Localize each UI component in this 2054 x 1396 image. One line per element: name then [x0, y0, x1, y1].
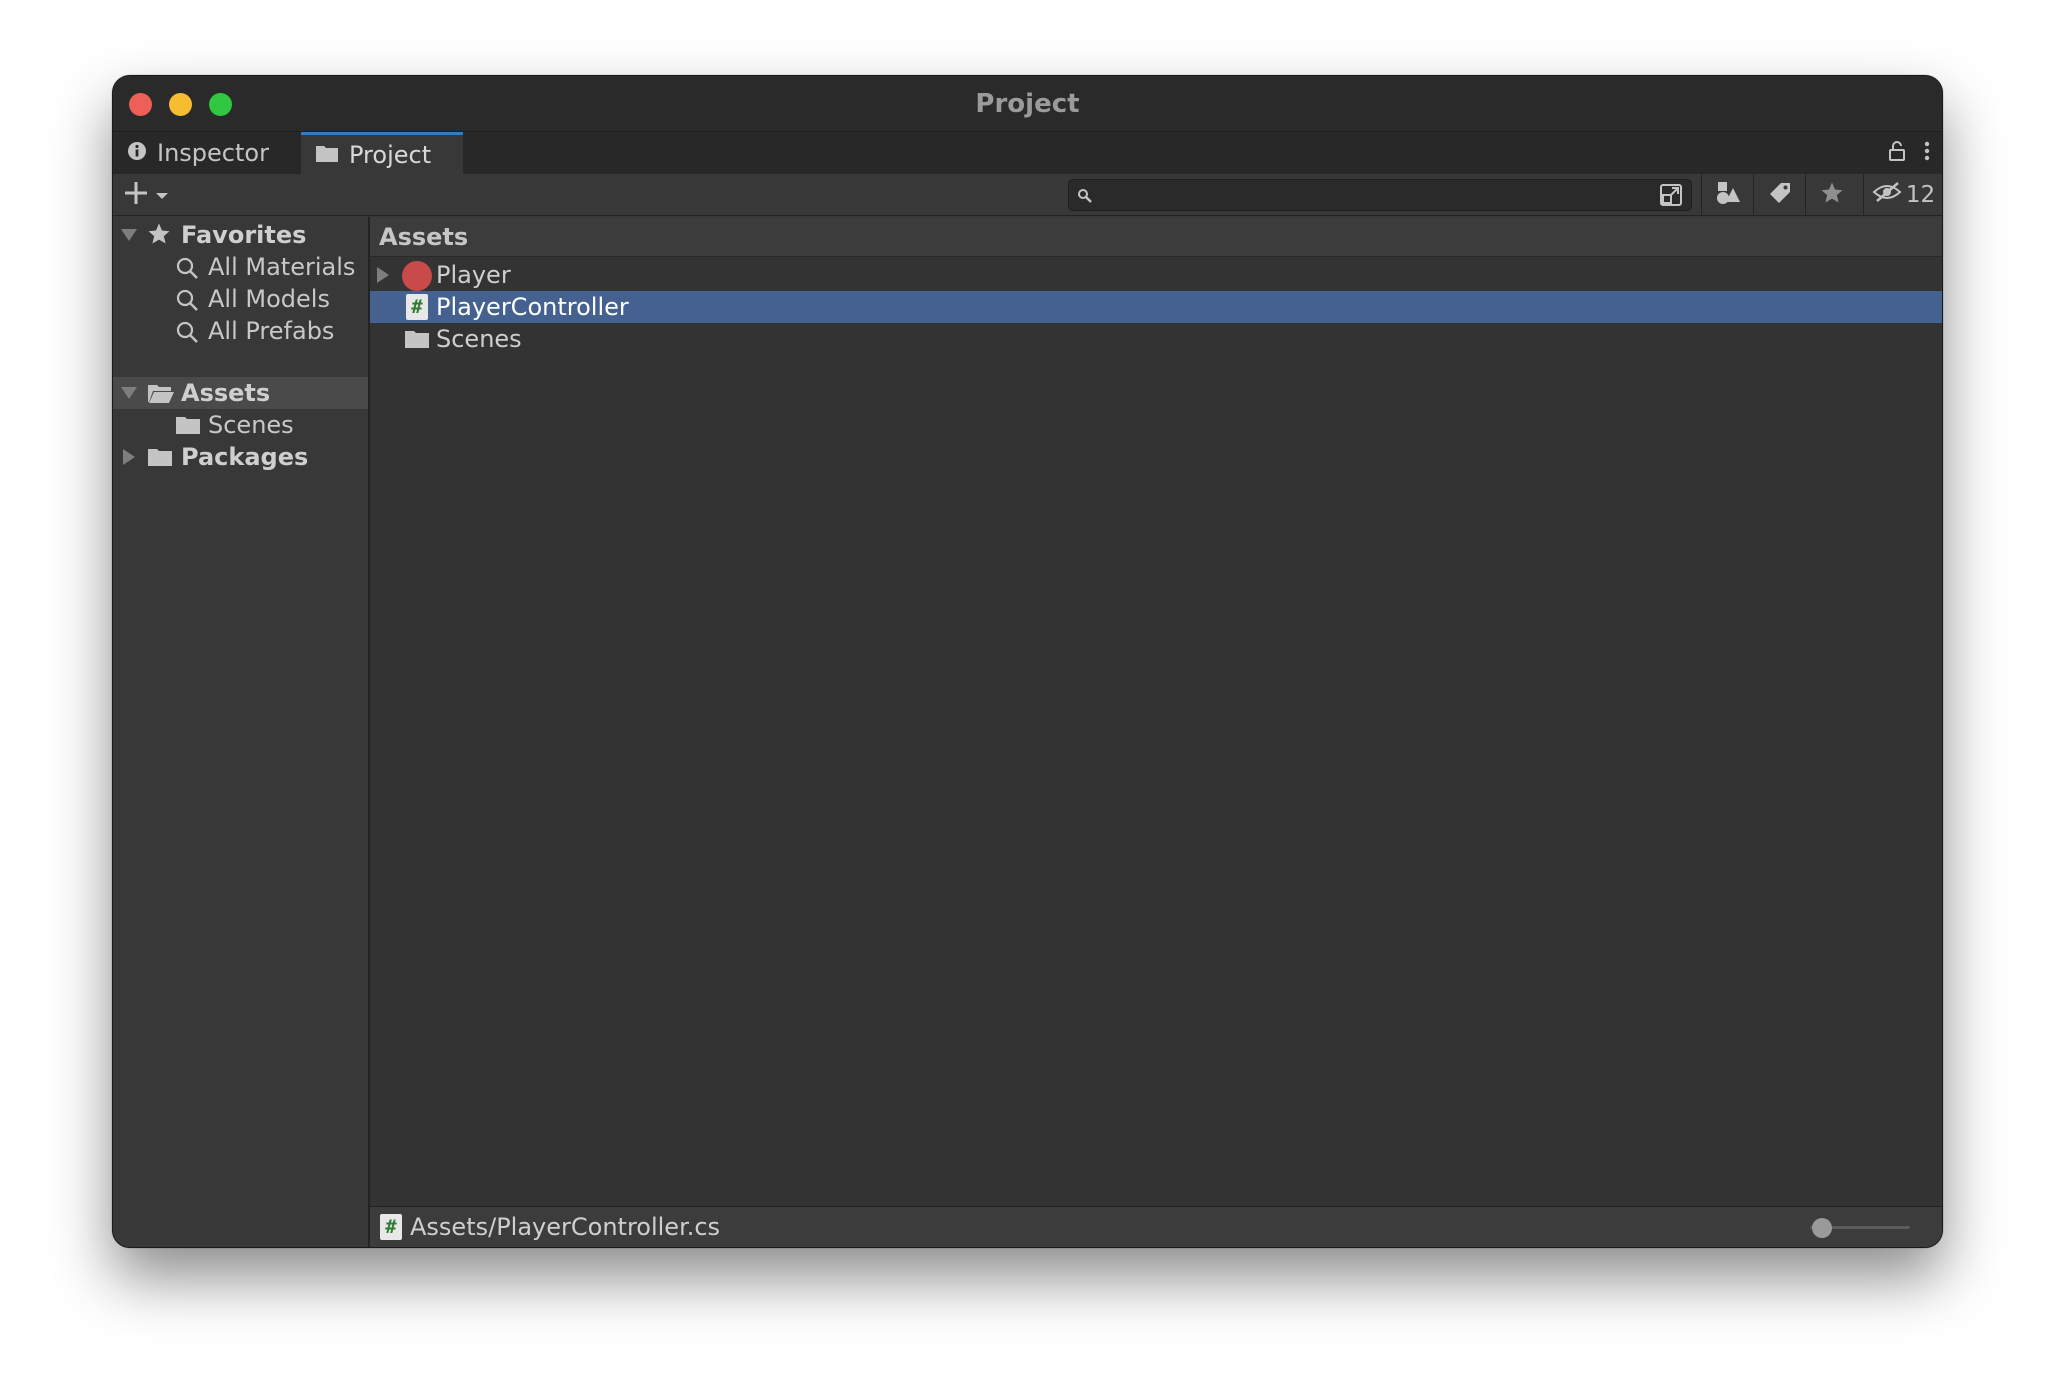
list-item-label: Player [436, 261, 511, 289]
asset-list-panel: Assets Player # PlayerController Scenes [370, 217, 1942, 1206]
tree-item-all-materials[interactable]: All Materials [113, 251, 368, 283]
list-item-scenes[interactable]: Scenes [370, 323, 1942, 355]
star-icon [1820, 181, 1844, 209]
hidden-packages-toggle[interactable]: 12 [1863, 174, 1942, 215]
star-icon [147, 222, 171, 246]
folder-icon [147, 446, 173, 468]
collapsed-arrow-icon[interactable] [123, 449, 135, 465]
chevron-down-icon [155, 186, 169, 205]
tree-label-assets: Assets [181, 379, 271, 407]
search-box [1068, 179, 1692, 211]
status-bar: # Assets/PlayerController.cs [370, 1206, 1942, 1247]
save-search-button[interactable] [1805, 174, 1857, 215]
tab-project[interactable]: Project [301, 132, 463, 174]
search-icon [1077, 188, 1093, 208]
folder-icon [404, 328, 430, 350]
selected-asset-path: Assets/PlayerController.cs [410, 1213, 721, 1241]
search-icon [175, 256, 199, 280]
tree-item-all-prefabs[interactable]: All Prefabs [113, 315, 368, 347]
tree-item-assets[interactable]: Assets [113, 377, 368, 409]
project-window: Project Inspector Project 12 Favorites A… [112, 75, 1943, 1248]
list-item-player[interactable]: Player [370, 259, 1942, 291]
breadcrumb-assets[interactable]: Assets [379, 217, 468, 257]
expanded-arrow-icon[interactable] [121, 387, 137, 399]
search-icon [175, 288, 199, 312]
tab-project-label: Project [349, 140, 432, 169]
search-icon [175, 320, 199, 344]
tree-item-all-models[interactable]: All Models [113, 283, 368, 315]
collapsed-arrow-icon[interactable] [377, 267, 389, 283]
tree-item-favorites[interactable]: Favorites [113, 219, 368, 251]
folder-icon [175, 414, 201, 436]
expanded-arrow-icon[interactable] [121, 229, 137, 241]
title-bar: Project [113, 76, 1942, 132]
tree-label-all-models: All Models [208, 285, 330, 313]
list-item-label: PlayerController [436, 293, 629, 321]
zoom-slider-thumb[interactable] [1812, 1218, 1832, 1238]
tab-inspector[interactable]: Inspector [113, 132, 297, 174]
info-icon [127, 139, 147, 167]
lock-icon[interactable] [1888, 140, 1906, 166]
folder-icon [315, 141, 339, 169]
tree-label-packages: Packages [181, 443, 309, 471]
create-button[interactable] [123, 180, 169, 210]
plus-icon [123, 180, 149, 210]
csharp-script-icon: # [406, 294, 428, 320]
project-toolbar: 12 [113, 174, 1942, 216]
list-item-playercontroller[interactable]: # PlayerController [370, 291, 1942, 323]
tab-bar: Inspector Project [113, 132, 1942, 174]
tab-inspector-label: Inspector [157, 139, 269, 167]
list-item-label: Scenes [436, 325, 522, 353]
tree-item-packages[interactable]: Packages [113, 441, 368, 473]
tree-item-scenes[interactable]: Scenes [113, 409, 368, 441]
window-title: Project [975, 89, 1080, 119]
shapes-icon [1715, 180, 1741, 210]
prefab-icon [401, 260, 433, 292]
folder-open-icon [147, 381, 175, 405]
breadcrumb: Assets [370, 217, 1942, 257]
tree-label-all-prefabs: All Prefabs [208, 317, 335, 345]
tab-bar-controls [1888, 140, 1930, 166]
search-in-window-icon[interactable] [1651, 180, 1691, 210]
tree-label-scenes: Scenes [208, 411, 294, 439]
tag-icon [1768, 181, 1792, 209]
tree-label-all-materials: All Materials [208, 253, 356, 281]
folder-tree-panel: Favorites All Materials All Models All P… [113, 217, 370, 1247]
csharp-script-icon: # [380, 1214, 402, 1240]
tree-label-favorites: Favorites [181, 221, 307, 249]
kebab-menu-icon[interactable] [1924, 140, 1930, 166]
hidden-count-label: 12 [1905, 181, 1936, 208]
filter-by-type-button[interactable] [1701, 174, 1753, 215]
filter-by-label-button[interactable] [1753, 174, 1805, 215]
eye-slash-icon [1872, 181, 1902, 209]
search-input[interactable] [1097, 182, 1637, 208]
